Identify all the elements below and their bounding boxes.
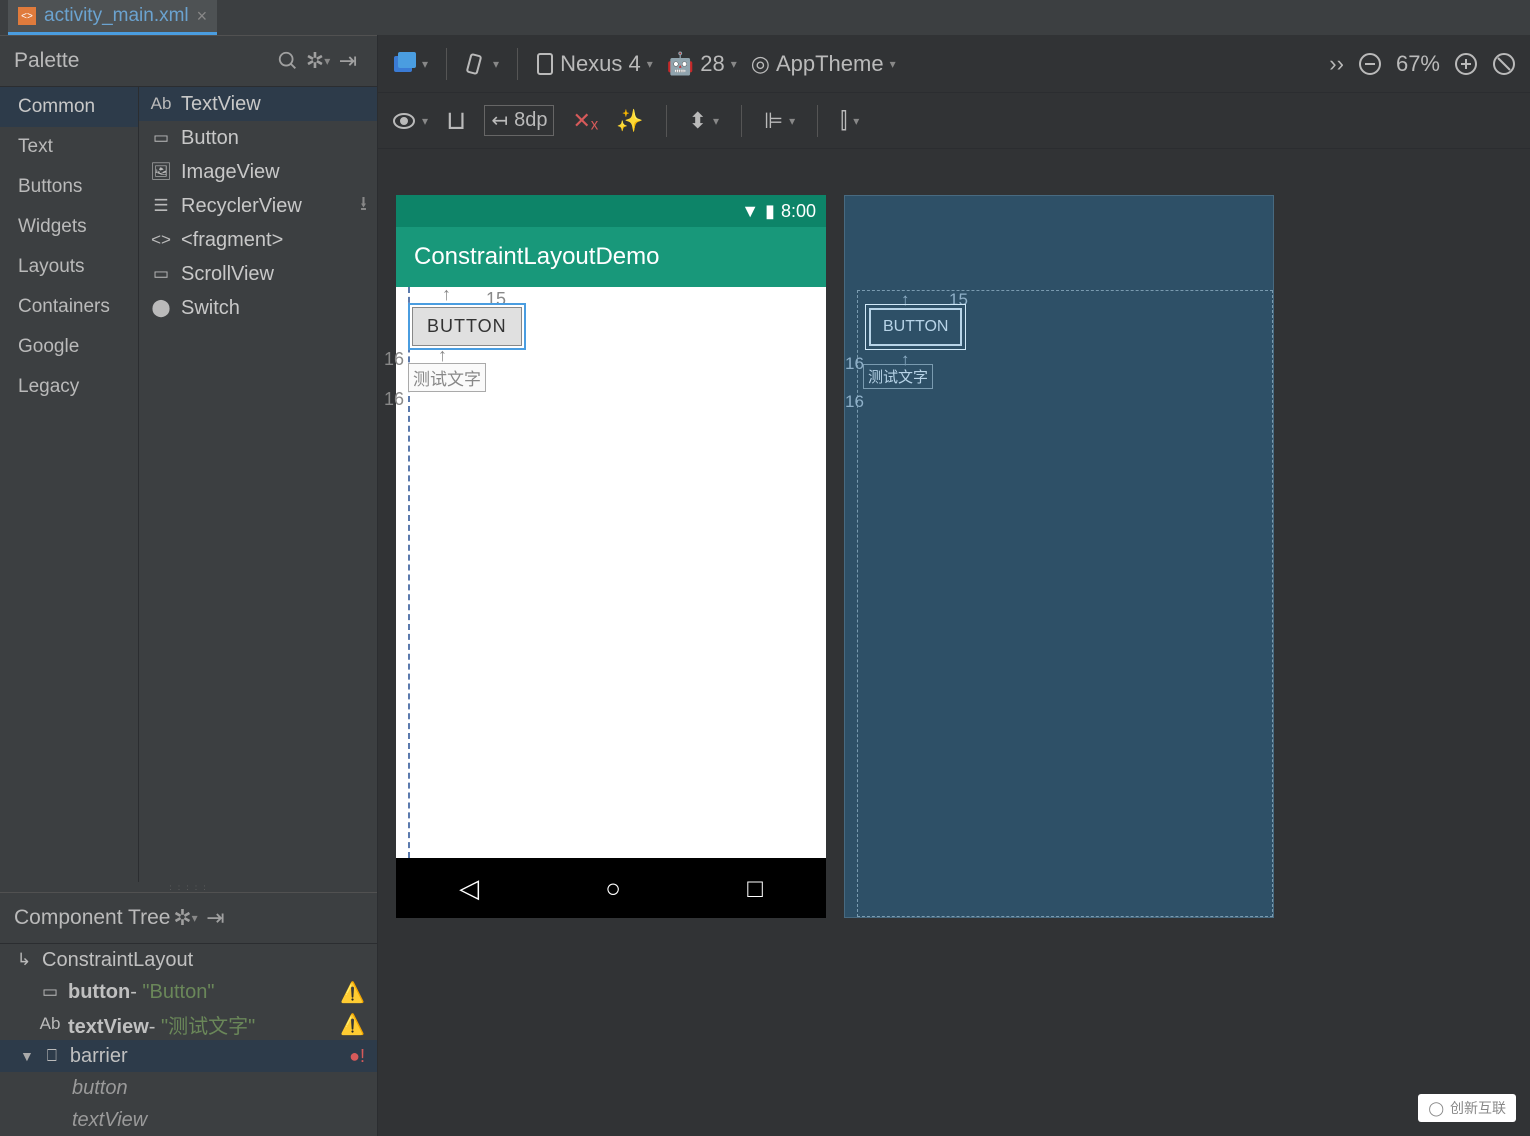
constraintlayout-icon: ↳ bbox=[14, 951, 34, 969]
gear-icon[interactable]: ✲▾ bbox=[303, 46, 333, 76]
button-icon: ▭ bbox=[151, 129, 171, 147]
tree-row-root[interactable]: ↳ ConstraintLayout bbox=[0, 944, 377, 976]
clear-constraints-icon[interactable]: ✕ₓ bbox=[572, 108, 598, 134]
textview-icon: Ab bbox=[40, 1015, 60, 1033]
chevron-down-icon[interactable]: ▼ bbox=[20, 1048, 34, 1064]
guideline-button[interactable]: ⫿▾ bbox=[840, 108, 859, 134]
gear-icon[interactable]: ✲▾ bbox=[170, 903, 200, 933]
infer-constraints-icon[interactable]: ✨ bbox=[616, 108, 643, 134]
margin-label: 16 bbox=[845, 392, 864, 412]
magnet-icon[interactable]: ⊔ bbox=[446, 105, 466, 136]
zoom-fit-button[interactable] bbox=[1492, 52, 1516, 76]
theme-select[interactable]: ◎AppTheme▾ bbox=[751, 51, 896, 77]
watermark: ◯ 创新互联 bbox=[1418, 1094, 1516, 1122]
arrow-up-icon: ↑ bbox=[442, 284, 451, 305]
recent-icon: □ bbox=[747, 873, 763, 904]
api-select[interactable]: 🤖28▾ bbox=[667, 51, 737, 77]
design-surface[interactable]: ↑ 15 BUTTON 16 ↑ 测试文字 16 bbox=[396, 287, 826, 858]
palette-cat-widgets[interactable]: Widgets bbox=[0, 207, 138, 247]
app-title: ConstraintLayoutDemo bbox=[414, 243, 659, 271]
close-icon[interactable]: × bbox=[197, 6, 208, 27]
logo-icon: ◯ bbox=[1428, 1100, 1444, 1117]
collapse-icon[interactable]: ⇥ bbox=[200, 903, 230, 933]
blueprint-button[interactable]: BUTTON bbox=[869, 308, 962, 346]
zoom-out-button[interactable] bbox=[1358, 52, 1382, 76]
zoom-in-button[interactable] bbox=[1454, 52, 1478, 76]
tree-title: Component Tree bbox=[14, 906, 170, 930]
align-button[interactable]: ⊫▾ bbox=[764, 108, 795, 134]
home-icon: ○ bbox=[605, 873, 621, 904]
xml-file-icon: <> bbox=[18, 7, 36, 25]
tree-header: Component Tree ✲▾ ⇥ bbox=[0, 892, 377, 944]
warning-icon: ⚠️ bbox=[340, 1012, 365, 1037]
palette-item-textview[interactable]: AbTextView bbox=[139, 87, 377, 121]
blueprint-textview[interactable]: 测试文字 bbox=[863, 364, 933, 389]
palette-item-recyclerview[interactable]: ☰RecyclerView⭳ bbox=[139, 189, 377, 223]
collapse-icon[interactable]: ⇥ bbox=[333, 46, 363, 76]
blueprint-view[interactable]: ↑ 15 BUTTON 16 ↑ 测试文字 16 bbox=[844, 195, 1274, 918]
layout-toolbar: ▾ ⊔ ↤8dp ✕ₓ ✨ ⬍▾ ⊫▾ ⫿▾ bbox=[378, 93, 1530, 149]
widget-button[interactable]: BUTTON bbox=[412, 307, 522, 346]
palette-cat-common[interactable]: Common bbox=[0, 87, 138, 127]
palette-title: Palette bbox=[14, 49, 79, 73]
clock: 8:00 bbox=[781, 201, 816, 222]
app-bar: ConstraintLayoutDemo bbox=[396, 227, 826, 287]
design-toolbar: ▾ ▾ Nexus 4▾ 🤖28▾ ◎AppTheme▾ bbox=[378, 35, 1530, 93]
tree-row-barrier-child[interactable]: textView bbox=[0, 1104, 377, 1136]
palette-cat-text[interactable]: Text bbox=[0, 127, 138, 167]
more-icon[interactable]: ›› bbox=[1329, 51, 1344, 77]
fragment-icon: <> bbox=[151, 231, 171, 249]
tree-row-textview[interactable]: Ab textView- "测试文字" ⚠️ bbox=[0, 1008, 377, 1040]
palette-cat-legacy[interactable]: Legacy bbox=[0, 367, 138, 407]
back-icon: ◁ bbox=[459, 873, 479, 904]
battery-icon: ▮ bbox=[765, 201, 775, 222]
pack-button[interactable]: ⬍▾ bbox=[689, 108, 719, 134]
textview-icon: Ab bbox=[151, 95, 171, 113]
tab-filename: activity_main.xml bbox=[44, 5, 189, 27]
error-icon: ●! bbox=[349, 1046, 365, 1067]
design-canvas[interactable]: ▼ ▮ 8:00 ConstraintLayoutDemo ↑ 15 BUTTO… bbox=[378, 149, 1530, 1136]
design-surface-button[interactable]: ▾ bbox=[392, 52, 428, 76]
wifi-icon: ▼ bbox=[741, 201, 759, 222]
download-icon[interactable]: ⭳ bbox=[360, 189, 367, 223]
theme-icon: ◎ bbox=[751, 51, 770, 77]
view-options-button[interactable]: ▾ bbox=[392, 112, 428, 130]
default-margin[interactable]: ↤8dp bbox=[484, 105, 554, 136]
device-select[interactable]: Nexus 4▾ bbox=[536, 51, 653, 77]
palette-item-fragment[interactable]: <><fragment> bbox=[139, 223, 377, 257]
margin-label: 15 bbox=[949, 290, 968, 310]
margin-label: 16 bbox=[384, 389, 404, 410]
imageview-icon: 🖼 bbox=[151, 163, 171, 181]
recyclerview-icon: ☰ bbox=[151, 197, 171, 215]
search-icon[interactable] bbox=[273, 46, 303, 76]
arrow-up-icon: ↑ bbox=[901, 290, 910, 310]
palette-item-button[interactable]: ▭Button bbox=[139, 121, 377, 155]
widget-textview[interactable]: 测试文字 bbox=[408, 363, 486, 392]
palette-cat-containers[interactable]: Containers bbox=[0, 287, 138, 327]
scrollview-icon: ▭ bbox=[151, 265, 171, 283]
tree-row-barrier[interactable]: ▼ ⎕ barrier ●! bbox=[0, 1040, 377, 1072]
zoom-level: 67% bbox=[1396, 51, 1440, 77]
margin-label: 16 bbox=[384, 349, 404, 370]
palette-cat-layouts[interactable]: Layouts bbox=[0, 247, 138, 287]
margin-label: 16 bbox=[845, 354, 864, 374]
barrier-icon: ⎕ bbox=[42, 1047, 62, 1065]
split-handle[interactable]: : : : : : bbox=[0, 882, 377, 892]
button-icon: ▭ bbox=[40, 983, 60, 1001]
warning-icon: ⚠️ bbox=[340, 980, 365, 1005]
nav-bar: ◁ ○ □ bbox=[396, 858, 826, 918]
palette-item-scrollview[interactable]: ▭ScrollView bbox=[139, 257, 377, 291]
status-bar: ▼ ▮ 8:00 bbox=[396, 195, 826, 227]
switch-icon: ⬤ bbox=[151, 299, 171, 317]
tree-row-button[interactable]: ▭ button- "Button" ⚠️ bbox=[0, 976, 377, 1008]
palette-cat-google[interactable]: Google bbox=[0, 327, 138, 367]
device-preview: ▼ ▮ 8:00 ConstraintLayoutDemo ↑ 15 BUTTO… bbox=[396, 195, 826, 918]
palette-cat-buttons[interactable]: Buttons bbox=[0, 167, 138, 207]
palette-header: Palette ✲▾ ⇥ bbox=[0, 35, 377, 87]
orientation-button[interactable]: ▾ bbox=[465, 53, 499, 75]
palette-item-switch[interactable]: ⬤Switch bbox=[139, 291, 377, 325]
file-tab[interactable]: <> activity_main.xml × bbox=[8, 0, 217, 35]
tree-row-barrier-child[interactable]: button bbox=[0, 1072, 377, 1104]
palette-item-imageview[interactable]: 🖼ImageView bbox=[139, 155, 377, 189]
